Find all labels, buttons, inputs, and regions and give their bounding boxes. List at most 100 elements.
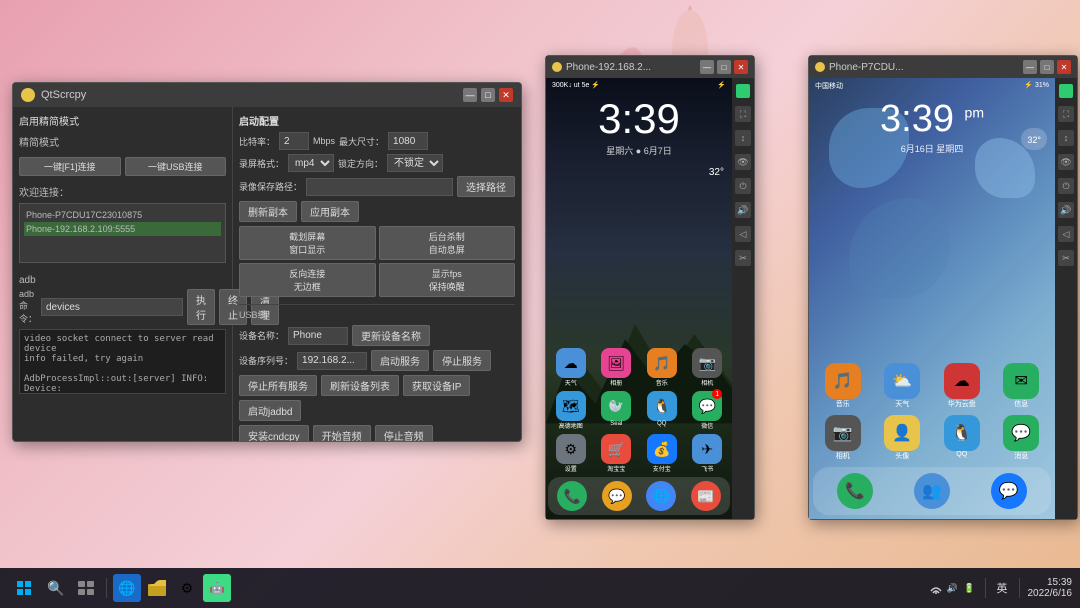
start-jadbd-button[interactable]: 启动jadbd [239,400,301,421]
phone1-maximize-button[interactable]: □ [717,60,731,74]
start-service-button[interactable]: 启动服务 [371,350,429,371]
p2-dock-contacts[interactable]: 👥 [914,473,950,509]
start-button[interactable] [8,572,40,604]
phone2-back-button[interactable]: ◁ [1058,226,1074,242]
scrcpy-taskbar-button[interactable]: 🤖 [203,574,231,602]
phone2-time: 3:39 pm [809,94,1055,138]
use-record-button[interactable]: 应用副本 [301,201,359,222]
reverse-connect-button[interactable]: 反向连接无边框 [239,263,376,297]
qtscrcpy-close-button[interactable]: ✕ [499,88,513,102]
app-feishu[interactable]: ✈ 飞书 [692,434,722,473]
app-wechat[interactable]: 💬 1 微信 [692,391,722,430]
battery-tray-icon[interactable]: 🔋 [963,581,977,595]
speaker-tray-icon[interactable]: 🔊 [946,581,960,595]
app-phone[interactable]: 📞 [557,481,587,511]
phone2-eye-button[interactable]: 👁 [1058,154,1074,170]
device-item-2[interactable]: Phone-192.168.2.109:5555 [24,222,221,236]
app-music[interactable]: 🎵 音乐 [647,348,677,387]
device-item-1[interactable]: Phone-P7CDU17C23010875 [24,208,221,222]
p2-app-qq2[interactable]: 🐧 QQ [944,415,980,461]
app-settings[interactable]: ⚙ 设置 [556,434,586,473]
app-alipay[interactable]: 💰 支付宝 [647,434,677,473]
phone2-volume-button[interactable]: 🔊 [1058,202,1074,218]
device-name-input[interactable] [288,327,348,345]
phone1-rotate-button[interactable]: ↕ [735,130,751,146]
browser-taskbar-button[interactable]: 🌐 [113,574,141,602]
qtscrcpy-minimize-button[interactable]: — [463,88,477,102]
phone2-close-button[interactable]: ✕ [1057,60,1071,74]
lock-select[interactable]: 不锁定 [387,154,443,172]
app-toutiao[interactable]: 📰 [691,481,721,511]
install-cndcpy-button[interactable]: 安装cndcpy [239,425,309,441]
app-sms[interactable]: 💬 [602,481,632,511]
p2-app-camera[interactable]: 📷 相机 [825,415,861,461]
explorer-taskbar-button[interactable] [143,574,171,602]
settings-taskbar-button[interactable]: ⚙ [173,574,201,602]
keyboard-layout[interactable]: 英 [994,580,1011,596]
phone2-cut-button[interactable]: ✂ [1058,250,1074,266]
p2-dock-chat[interactable]: 💬 [991,473,1027,509]
qtscrcpy-maximize-button[interactable]: □ [481,88,495,102]
phone2-power-button[interactable]: ⏻ [1058,178,1074,194]
phone1-eye-button[interactable]: 👁 [735,154,751,170]
max-size-input[interactable] [388,132,428,150]
p2-app-messages[interactable]: 💬 消息 [1003,415,1039,461]
show-fps-button[interactable]: 显示fps保持唤醒 [379,263,516,297]
phone1-power-button[interactable]: ⏻ [735,178,751,194]
adb-label: adb [19,275,226,286]
p2-app-msg[interactable]: ✉ 信息 [1003,363,1039,409]
qt-console: video socket connect to server read devi… [19,329,226,394]
phone2-minimize-button[interactable]: — [1023,60,1037,74]
save-path-input[interactable] [306,178,453,196]
network-tray-icon[interactable] [929,581,943,595]
bitrate-input[interactable] [279,132,309,150]
device-serial-input[interactable] [297,352,367,370]
qtscrcpy-title-text: QtScrcpy [41,89,457,101]
phone2-rotate-button[interactable]: ↕ [1058,130,1074,146]
new-record-button[interactable]: 删新副本 [239,201,297,222]
task-view-button[interactable] [72,574,100,602]
start-audio-button[interactable]: 开始音频 [313,425,371,441]
screen-record-button[interactable]: 截划屏幕窗口显示 [239,226,376,260]
one-key-usb-button[interactable]: 一键USB连接 [125,157,227,176]
stop-audio-button[interactable]: 停止音频 [375,425,433,441]
bitrate-label: 比特率： [239,135,275,148]
app-seal[interactable]: 🦭 Seal [601,391,631,430]
p2-app-music[interactable]: 🎵 音乐 [825,363,861,409]
p2-app-avatar[interactable]: 👤 头像 [884,415,920,461]
phone1-volume-button[interactable]: 🔊 [735,202,751,218]
one-key-if-button[interactable]: 一键[F1]连接 [19,157,121,176]
adb-cmd-input[interactable] [41,298,183,316]
app-camera[interactable]: 📷 相机 [692,348,722,387]
save-path-label: 录像保存路径： [239,180,302,193]
p2-app-weather[interactable]: ⛅ 天气 [884,363,920,409]
app-gallery[interactable]: 🖼 相册 [601,348,631,387]
app-chrome[interactable]: 🌐 [646,481,676,511]
phone1-fullscreen-button[interactable]: ⛶ [735,106,751,122]
phone1-minimize-button[interactable]: — [700,60,714,74]
p2-app-cloud[interactable]: ☁ 华为云盘 [944,363,980,409]
app-gaode[interactable]: 🗺 高德地图 [556,391,586,430]
phone1-close-button[interactable]: ✕ [734,60,748,74]
update-name-button[interactable]: 更新设备名称 [352,325,430,346]
phone1-back-button[interactable]: ◁ [735,226,751,242]
phone2-fullscreen-button[interactable]: ⛶ [1058,106,1074,122]
refresh-list-button[interactable]: 刷新设备列表 [321,375,399,396]
app-taobao[interactable]: 🛒 淘宝宝 [601,434,631,473]
stop-service-button[interactable]: 停止服务 [433,350,491,371]
codec-label: 录屏格式： [239,157,284,170]
app-qq[interactable]: 🐧 QQ [647,391,677,430]
stop-all-button[interactable]: 停止所有服务 [239,375,317,396]
save-path-button[interactable]: 选择路径 [457,176,515,197]
taskbar-clock[interactable]: 15:39 2022/6/16 [1028,577,1073,599]
background-kill-button[interactable]: 后台杀制自动息屏 [379,226,516,260]
phone2-titlebar: Phone-P7CDU... — □ ✕ [809,56,1077,78]
app-weather[interactable]: ☁ 天气 [556,348,586,387]
search-taskbar-button[interactable]: 🔍 [42,574,70,602]
get-ip-button[interactable]: 获取设备IP [403,375,470,396]
phone1-cut-button[interactable]: ✂ [735,250,751,266]
p2-dock-phone[interactable]: 📞 [837,473,873,509]
phone2-maximize-button[interactable]: □ [1040,60,1054,74]
adb-exec-button[interactable]: 执行 [187,289,215,325]
codec-select[interactable]: mp4 [288,154,334,172]
